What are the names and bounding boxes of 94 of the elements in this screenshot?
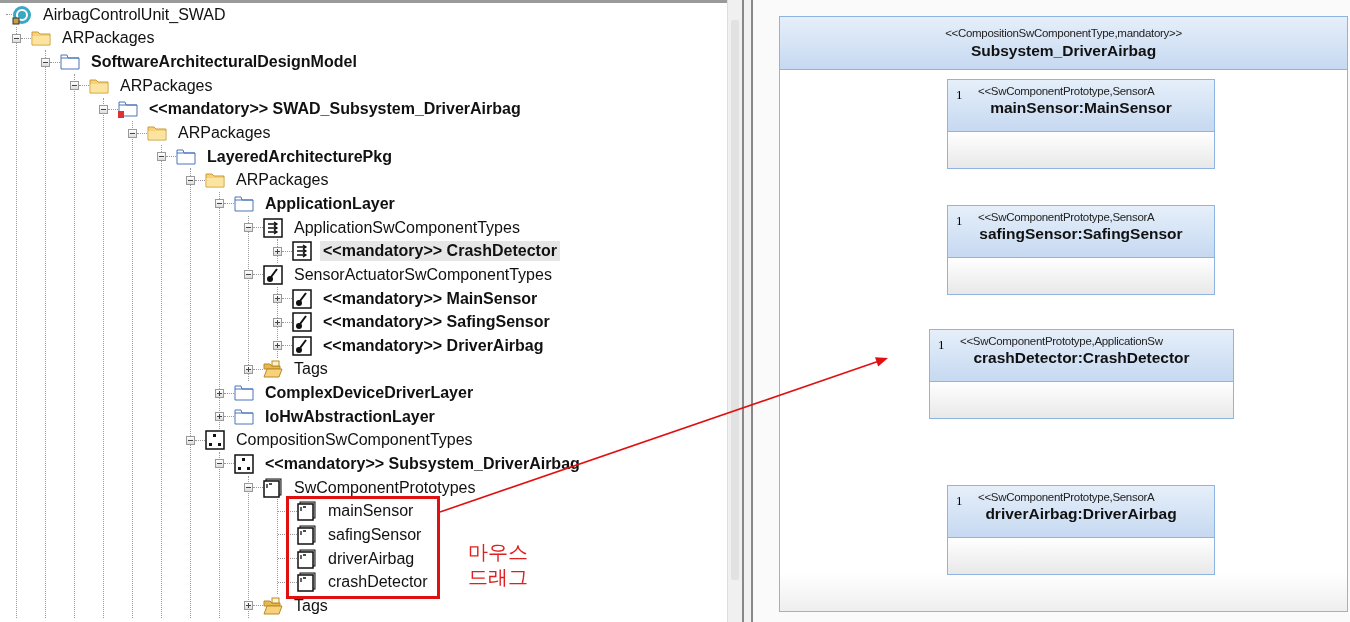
component-icon [297,572,317,593]
component-icon [297,548,317,569]
expand-toggle[interactable] [244,364,253,374]
tree-item-label[interactable]: AirbagControlUnit_SWAD [40,4,229,25]
folder-icon [60,52,80,73]
folder-icon [205,170,225,191]
tree-item-label[interactable]: ARPackages [233,170,332,191]
folder-icon [31,28,51,49]
component-icon [297,501,317,522]
folder-icon [176,146,196,167]
expand-toggle[interactable] [244,601,253,611]
multiplicity: 1 [956,493,963,509]
component-prototype-block[interactable]: 1 <<SwComponentPrototype,ApplicationSw crashDetector:CrashDetector [929,329,1234,419]
tree-item-label[interactable]: SwComponentPrototypes [291,477,479,498]
collapse-toggle[interactable] [244,223,253,233]
folder-icon [234,193,254,214]
annotation-text: 마우스 [468,540,528,565]
tree-item-label[interactable]: crashDetector [325,572,431,593]
component-prototype-block[interactable]: 1 <<SwComponentPrototype,SensorA safingSensor:SafingSensor [947,205,1215,295]
expand-toggle[interactable] [273,341,282,351]
brush-icon [263,264,283,285]
expand-toggle[interactable] [273,294,282,303]
open-folder-icon [263,359,283,380]
tree-item-label[interactable]: ARPackages [175,123,274,143]
collapse-toggle[interactable] [12,33,21,43]
expand-toggle[interactable] [215,412,224,422]
tree-item-label[interactable]: LayeredArchitecturePkg [204,146,395,167]
brush-icon [292,312,312,333]
tree-item-label[interactable]: ARPackages [59,28,158,49]
brush-icon [292,335,312,356]
tree-item-label[interactable]: <<mandatory>> CrashDetector [320,241,560,262]
tree-item-label[interactable]: Tags [291,359,331,380]
tree-item-label[interactable]: IoHwAbstractionLayer [262,406,438,427]
component-prototype-block[interactable]: 1 <<SwComponentPrototype,SensorA driverAirbag:DriverAirbag [947,485,1215,575]
tree-item-label[interactable]: SensorActuatorSwComponentTypes [291,264,555,285]
tree-item-label[interactable]: <<mandatory>> Subsystem_DriverAirbag [262,454,583,474]
scrollbar[interactable] [727,0,742,622]
expand-toggle[interactable] [273,246,282,256]
brush-icon [292,288,312,309]
list-arrows-icon [292,241,312,262]
dots-box-icon [234,454,254,474]
prototype-stereotype: <<SwComponentPrototype,ApplicationSw [959,335,1163,347]
logo-icon [12,4,32,25]
multiplicity: 1 [938,337,945,353]
collapse-toggle[interactable] [215,459,224,469]
collapse-toggle[interactable] [186,435,195,445]
tree-item-label[interactable]: CompositionSwComponentTypes [233,430,476,451]
tree-item-label[interactable]: <<mandatory>> SafingSensor [320,312,553,333]
open-folder-icon [263,595,283,616]
collapse-toggle[interactable] [215,199,224,209]
folder-icon [147,123,167,143]
collapse-toggle[interactable] [186,175,195,185]
composition-name: Subsystem_DriverAirbag [970,41,1157,60]
multiplicity: 1 [956,213,963,229]
tree-item-label[interactable]: ComplexDeviceDriverLayer [262,383,477,404]
expand-toggle[interactable] [273,317,282,327]
tree-item-label[interactable]: <<mandatory>> SWAD_Subsystem_DriverAirbag [146,99,524,120]
composition-stereotype: <<CompositionSwComponentType,mandatory>> [945,26,1182,39]
splitter[interactable] [742,0,753,622]
tree-item-label[interactable]: mainSensor [325,501,417,522]
collapse-toggle[interactable] [244,483,253,493]
component-icon [297,524,317,545]
expand-toggle[interactable] [215,388,224,398]
prototype-stereotype: <<SwComponentPrototype,SensorA [977,491,1155,503]
component-icon [263,477,283,498]
collapse-toggle[interactable] [128,128,137,138]
tree-item-label[interactable]: ApplicationLayer [262,193,398,214]
collapse-toggle[interactable] [99,104,108,114]
annotation-text: 드래그 [468,565,528,590]
folder-icon [118,99,138,120]
tree-item-label[interactable]: <<mandatory>> MainSensor [320,288,541,309]
prototype-name: mainSensor:MainSensor [990,99,1172,117]
tree-item-label[interactable]: ApplicationSwComponentTypes [291,217,523,238]
prototype-stereotype: <<SwComponentPrototype,SensorA [977,85,1155,97]
prototype-name: crashDetector:CrashDetector [973,349,1190,367]
dots-box-icon [205,430,225,451]
collapse-toggle[interactable] [157,152,166,162]
collapse-toggle[interactable] [41,57,50,67]
folder-icon [234,383,254,404]
list-arrows-icon [263,217,283,238]
component-prototype-block[interactable]: 1 <<SwComponentPrototype,SensorA mainSensor:MainSensor [947,79,1215,169]
tree-item-label[interactable]: driverAirbag [325,548,418,569]
tree-item-label[interactable]: SoftwareArchitecturalDesignModel [88,52,360,73]
tree-item-label[interactable]: Tags [291,595,331,616]
tree-item-label[interactable]: safingSensor [325,524,425,545]
tree-item-label[interactable]: <<mandatory>> DriverAirbag [320,335,547,356]
multiplicity: 1 [956,87,963,103]
prototype-name: safingSensor:SafingSensor [979,225,1183,243]
folder-icon [234,406,254,427]
prototype-stereotype: <<SwComponentPrototype,SensorA [977,211,1155,223]
collapse-toggle[interactable] [244,270,253,280]
tree-item-label[interactable]: ARPackages [117,75,216,96]
prototype-name: driverAirbag:DriverAirbag [985,505,1177,523]
collapse-toggle[interactable] [70,81,79,91]
